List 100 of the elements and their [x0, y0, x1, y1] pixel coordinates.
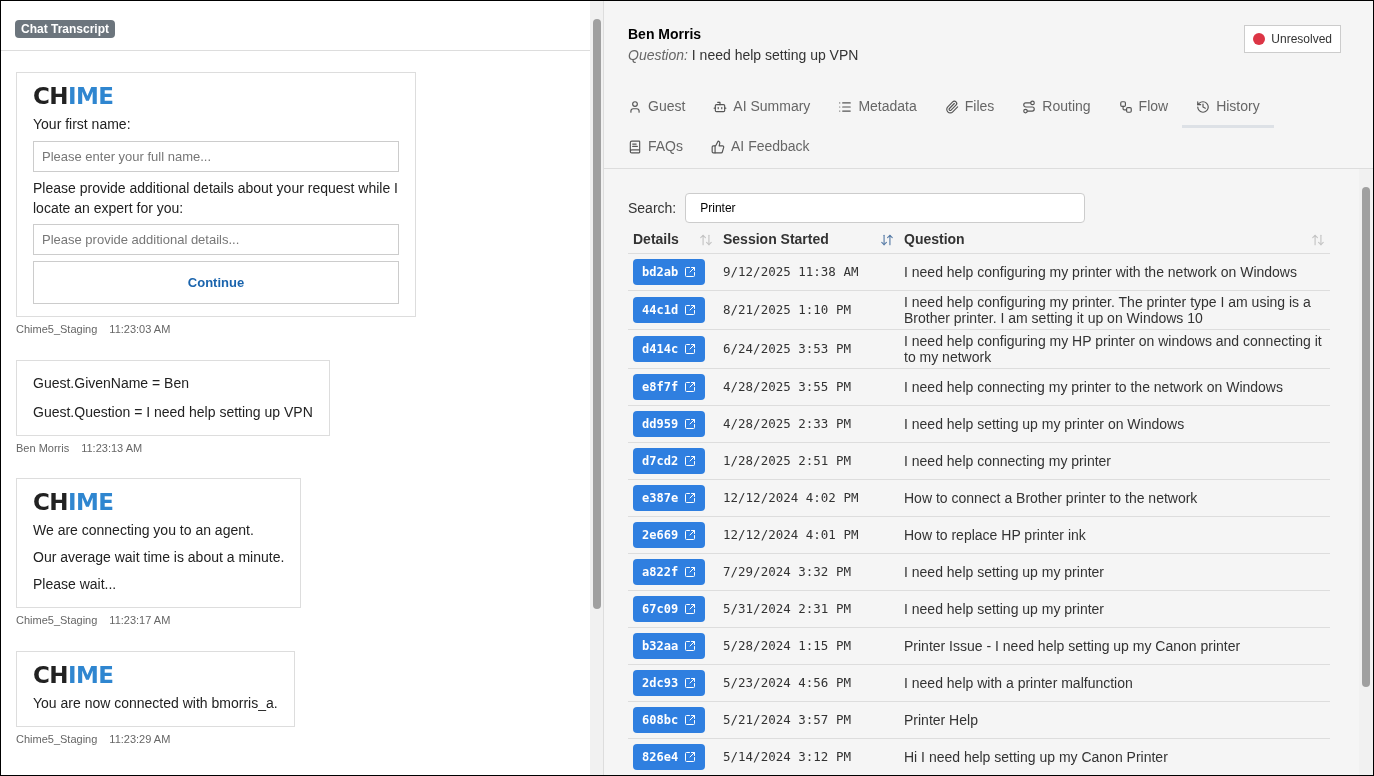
- session-link-button[interactable]: 44c1d: [633, 297, 706, 323]
- table-cell-text: I need help configuring my HP printer on windows and connecting it to my network: [903, 333, 1323, 365]
- external-link-icon: [684, 677, 697, 689]
- session-link-button[interactable]: d7cd2: [633, 448, 706, 474]
- sort-icon[interactable]: [1311, 232, 1325, 247]
- tab[interactable]: Guest: [614, 88, 700, 128]
- session-link-button[interactable]: d414c: [633, 336, 706, 362]
- status-button[interactable]: Unresolved: [1244, 25, 1341, 53]
- session-link-button[interactable]: a822f: [633, 559, 706, 585]
- table-cell-text: 9/12/2025 11:38 AM: [722, 262, 860, 281]
- table-cell-text: 5/28/2024 1:15 PM: [722, 636, 852, 655]
- table-cell-text: I need help with a printer malfunction: [903, 675, 1134, 691]
- chime-logo: CHIME: [33, 491, 114, 514]
- table-cell-text: 12/12/2024 4:02 PM: [722, 488, 860, 507]
- guest-name: Ben Morris: [628, 25, 703, 44]
- table-cell-text: Printer Help: [903, 712, 979, 728]
- details-field[interactable]: Please provide additional details...: [33, 224, 399, 255]
- session-link-button[interactable]: 67c09: [633, 596, 706, 622]
- message-time: 11:23:13 AM: [81, 440, 143, 456]
- table-cell-text: 12/12/2024 4:01 PM: [722, 525, 860, 544]
- robot-icon: [713, 99, 728, 114]
- column-header[interactable]: Details: [633, 229, 679, 250]
- external-link-icon: [684, 492, 697, 504]
- table-cell-text: 5/21/2024 3:57 PM: [722, 710, 852, 729]
- sort-icon[interactable]: [699, 232, 713, 247]
- external-link-icon: [684, 529, 697, 541]
- external-link-icon: [684, 603, 697, 615]
- message-line: Guest.Question = I need help setting up VPN: [33, 402, 313, 422]
- session-link-button[interactable]: dd959: [633, 411, 706, 437]
- table-cell-text: 5/14/2024 3:12 PM: [722, 747, 852, 766]
- table-cell-text: 8/21/2025 1:10 PM: [722, 300, 852, 319]
- column-header[interactable]: Session Started: [723, 229, 829, 250]
- message-line: We are connecting you to an agent.: [33, 521, 255, 540]
- table-cell-text: I need help configuring my printer with the network on Windows: [903, 264, 1298, 280]
- column-header[interactable]: Question: [904, 229, 965, 250]
- table-cell-text: I need help configuring my printer. The printer type I am using is a Brother printer. I am setting it up on Windows 10: [903, 294, 1312, 326]
- table-cell-text: I need help setting up my printer: [903, 564, 1105, 580]
- table-cell-text: I need help setting up my printer on Windows: [903, 416, 1186, 432]
- continue-button[interactable]: Continue: [33, 261, 399, 304]
- session-link-button[interactable]: e8f7f: [633, 374, 706, 400]
- external-link-icon: [684, 566, 697, 578]
- table-cell-text: Printer Issue - I need help setting up my Canon printer: [903, 638, 1242, 654]
- tab[interactable]: AI Summary: [699, 88, 825, 128]
- transcript-badge: Chat Transcript: [15, 20, 116, 38]
- thumbs-up-icon: [711, 139, 725, 154]
- table-cell-text: 4/28/2025 2:33 PM: [722, 414, 852, 433]
- tab[interactable]: Flow: [1104, 88, 1183, 128]
- external-link-icon: [684, 418, 697, 430]
- tab[interactable]: AI Feedback: [697, 128, 824, 168]
- guest-question: Question: I need help setting up VPN: [628, 46, 859, 65]
- flow-icon: [1118, 99, 1133, 114]
- table-cell-text: 7/29/2024 3:32 PM: [722, 562, 852, 581]
- message-time: 11:23:29 AM: [109, 731, 171, 747]
- external-link-icon: [684, 304, 697, 316]
- tab[interactable]: Routing: [1008, 88, 1105, 128]
- sender-name: Chime5_Staging: [16, 731, 98, 747]
- paperclip-icon: [944, 99, 959, 114]
- message-line: Our average wait time is about a minute.: [33, 548, 285, 567]
- session-link-button[interactable]: b32aa: [633, 633, 706, 659]
- table-cell-text: 5/23/2024 4:56 PM: [722, 673, 852, 692]
- table-cell-text: Hi I need help setting up my Canon Printer: [903, 749, 1169, 765]
- person-icon: [628, 99, 642, 114]
- table-cell-text: I need help connecting my printer to the network on Windows: [903, 379, 1284, 395]
- session-link-button[interactable]: 2e669: [633, 522, 706, 548]
- external-link-icon: [684, 381, 697, 393]
- table-cell-text: I need help connecting my printer: [903, 453, 1112, 469]
- external-link-icon: [684, 640, 697, 652]
- tab[interactable]: History: [1182, 88, 1274, 128]
- tab[interactable]: Metadata: [824, 88, 931, 128]
- table-cell-text: 5/31/2024 2:31 PM: [722, 599, 852, 618]
- table-cell-text: 1/28/2025 2:51 PM: [722, 451, 852, 470]
- message-line: Guest.GivenName = Ben: [33, 373, 191, 393]
- chime-logo: CHIME: [33, 663, 114, 687]
- external-link-icon: [684, 455, 697, 467]
- tab[interactable]: FAQs: [614, 128, 697, 168]
- sender-name: Chime5_Staging: [16, 613, 98, 628]
- tab[interactable]: Files: [930, 88, 1009, 128]
- message-line: You are now connected with bmorris_a.: [33, 693, 278, 713]
- sender-name: Ben Morris: [16, 440, 70, 456]
- message-time: 11:23:03 AM: [109, 322, 171, 337]
- list-icon: [838, 99, 853, 114]
- message-line: Please wait...: [33, 575, 118, 594]
- session-link-button[interactable]: e387e: [633, 485, 706, 511]
- chime-logo: CHIME: [33, 85, 114, 108]
- history-icon: [1196, 99, 1211, 114]
- table-cell-text: How to replace HP printer ink: [903, 527, 1087, 543]
- session-link-button[interactable]: 2dc93: [633, 670, 706, 696]
- name-field[interactable]: Please enter your full name...: [33, 141, 399, 172]
- table-cell-text: How to connect a Brother printer to the network: [903, 490, 1199, 506]
- sort-icon[interactable]: [880, 232, 894, 247]
- session-link-button[interactable]: bd2ab: [633, 259, 706, 285]
- external-link-icon: [684, 714, 697, 726]
- search-field[interactable]: Printer: [685, 193, 1086, 223]
- session-link-button[interactable]: 826e4: [633, 744, 706, 770]
- external-link-icon: [684, 266, 697, 278]
- route-icon: [1022, 99, 1037, 114]
- field-label: Your first name:: [33, 115, 132, 134]
- session-link-button[interactable]: 608bc: [633, 707, 706, 733]
- table-cell-text: 4/28/2025 3:55 PM: [722, 377, 852, 396]
- table-cell-text: I need help setting up my printer: [903, 601, 1105, 617]
